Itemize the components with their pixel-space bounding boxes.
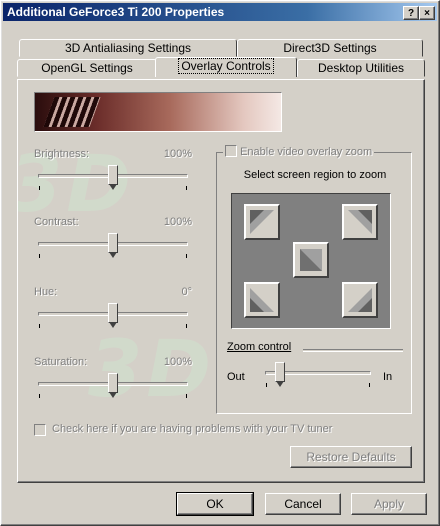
help-button[interactable]: ? — [403, 6, 419, 20]
tab-3d-antialiasing[interactable]: 3D Antialiasing Settings — [19, 39, 237, 57]
tab-opengl[interactable]: OpenGL Settings — [17, 59, 157, 77]
overlay-banner-image — [34, 92, 282, 132]
saturation-slider-thumb[interactable] — [108, 373, 118, 398]
hue-slider-thumb[interactable] — [108, 303, 118, 328]
overlay-zoom-group: Enable video overlay zoom Select screen … — [216, 145, 412, 414]
tab-desktop-utilities[interactable]: Desktop Utilities — [297, 59, 425, 77]
apply-button[interactable]: Apply — [351, 493, 427, 515]
saturation-slider[interactable] — [36, 372, 190, 398]
zoom-control-label: Zoom control — [227, 341, 292, 353]
hue-slider[interactable] — [36, 302, 190, 328]
brightness-label: Brightness: — [34, 148, 90, 160]
saturation-label: Saturation: — [34, 356, 88, 368]
arrow-top-right-icon — [348, 210, 372, 234]
arrow-top-left-icon — [250, 210, 274, 234]
tv-tuner-label: Check here if you are having problems wi… — [52, 423, 333, 435]
zoom-center-button[interactable] — [293, 242, 329, 278]
restore-defaults-button[interactable]: Restore Defaults — [290, 446, 412, 468]
zoom-in-label: In — [383, 371, 393, 383]
select-region-label: Select screen region to zoom — [243, 169, 387, 181]
contrast-label: Contrast: — [34, 216, 79, 228]
properties-window: Additional GeForce3 Ti 200 Properties ? … — [0, 0, 440, 526]
ok-button[interactable]: OK — [176, 492, 254, 516]
contrast-value: 100% — [163, 216, 192, 228]
zoom-top-left-button[interactable] — [244, 204, 280, 240]
cancel-button[interactable]: Cancel — [265, 493, 341, 515]
zoom-center-icon — [300, 249, 322, 271]
contrast-slider[interactable] — [36, 232, 190, 258]
overlay-controls-panel: 3D 3D Brightness: 100% Contrast: 100% Hu… — [17, 79, 425, 483]
saturation-value: 100% — [163, 356, 192, 368]
zoom-slider-thumb[interactable] — [274, 362, 285, 387]
hue-value: 0° — [181, 286, 192, 298]
brightness-value: 100% — [163, 148, 192, 160]
zoom-bottom-left-button[interactable] — [244, 282, 280, 318]
tv-tuner-checkbox[interactable] — [34, 424, 46, 436]
zoom-top-right-button[interactable] — [342, 204, 378, 240]
hue-label: Hue: — [34, 286, 58, 298]
brightness-slider[interactable] — [36, 164, 190, 190]
zoom-slider[interactable] — [263, 361, 373, 387]
zoom-bottom-right-button[interactable] — [342, 282, 378, 318]
brightness-slider-thumb[interactable] — [108, 165, 118, 190]
zoom-control-divider — [303, 349, 403, 352]
enable-zoom-label: Enable video overlay zoom — [240, 146, 373, 158]
contrast-slider-thumb[interactable] — [108, 233, 118, 258]
title-bar: Additional GeForce3 Ti 200 Properties ? … — [3, 3, 437, 21]
zoom-region-grid — [231, 193, 391, 329]
zoom-out-label: Out — [227, 371, 245, 383]
tab-overlay-controls[interactable]: Overlay Controls — [155, 57, 297, 77]
overlay-zoom-legend: Enable video overlay zoom — [223, 145, 375, 158]
window-title: Additional GeForce3 Ti 200 Properties — [7, 5, 225, 19]
close-button[interactable]: × — [419, 6, 435, 20]
enable-zoom-checkbox[interactable] — [225, 145, 237, 157]
tab-direct3d[interactable]: Direct3D Settings — [237, 39, 423, 57]
arrow-bottom-left-icon — [250, 288, 274, 312]
arrow-bottom-right-icon — [348, 288, 372, 312]
